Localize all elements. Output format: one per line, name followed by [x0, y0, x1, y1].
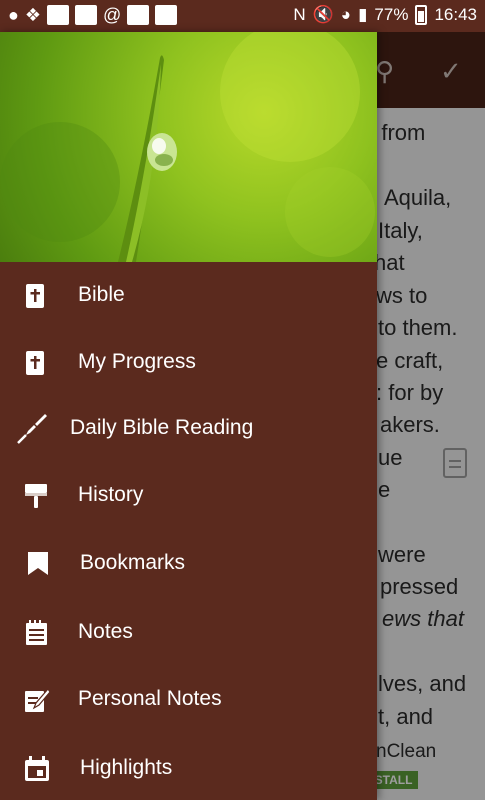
- menu-item-bible[interactable]: Bible: [0, 262, 377, 328]
- menu-item-label: Highlights: [80, 756, 173, 779]
- mute-icon: 🔇: [312, 5, 334, 24]
- notification-icon: [75, 5, 98, 25]
- at-icon: @: [103, 5, 122, 25]
- battery-icon: [415, 5, 428, 25]
- bible-icon: [26, 284, 44, 308]
- menu-item-highlights[interactable]: Highlights: [0, 735, 377, 800]
- status-bar: ● ❖ @ N 🔇 ◕ ▮ 77% 16:43: [0, 0, 485, 32]
- menu-item-label: Bookmarks: [80, 551, 186, 574]
- menu-item-label: My Progress: [78, 350, 196, 373]
- clock: 16:43: [434, 5, 477, 24]
- menu-item-bookmarks[interactable]: Bookmarks: [0, 530, 377, 596]
- grass-dewdrop-image: [0, 32, 375, 262]
- menu-item-personal-notes[interactable]: Personal Notes: [0, 666, 377, 732]
- nfc-icon: N: [293, 5, 306, 24]
- drawer-header-image: [0, 32, 377, 262]
- quill-icon: [17, 414, 47, 444]
- menu-item-daily-bible-reading[interactable]: Daily Bible Reading: [0, 395, 377, 461]
- menu-item-my-progress[interactable]: My Progress: [0, 329, 377, 395]
- edit-note-icon: [25, 688, 50, 712]
- menu-item-label: Personal Notes: [78, 687, 222, 710]
- dropbox-icon: ❖: [24, 5, 42, 25]
- signal-icon: ▮: [358, 5, 368, 24]
- calendar-icon: [25, 756, 49, 781]
- navigation-drawer: Bible My Progress Daily Bible Reading Hi…: [0, 32, 377, 800]
- chat-icon: ●: [8, 5, 19, 25]
- menu-item-label: Bible: [78, 283, 125, 306]
- menu-item-label: History: [78, 483, 144, 506]
- notification-icon: [155, 5, 178, 25]
- battery-level: 77%: [374, 5, 409, 24]
- notification-icon: [47, 5, 70, 25]
- notification-icon: [127, 5, 150, 25]
- bible-icon: [26, 351, 44, 375]
- menu-item-label: Daily Bible Reading: [70, 416, 254, 439]
- menu-item-history[interactable]: History: [0, 462, 377, 528]
- wifi-icon: ◕: [340, 5, 352, 24]
- bookmark-icon: [28, 552, 48, 575]
- notepad-icon: [26, 620, 47, 645]
- menu-item-label: Notes: [78, 620, 133, 643]
- menu-item-notes[interactable]: Notes: [0, 599, 377, 665]
- paintbrush-icon: [25, 484, 47, 508]
